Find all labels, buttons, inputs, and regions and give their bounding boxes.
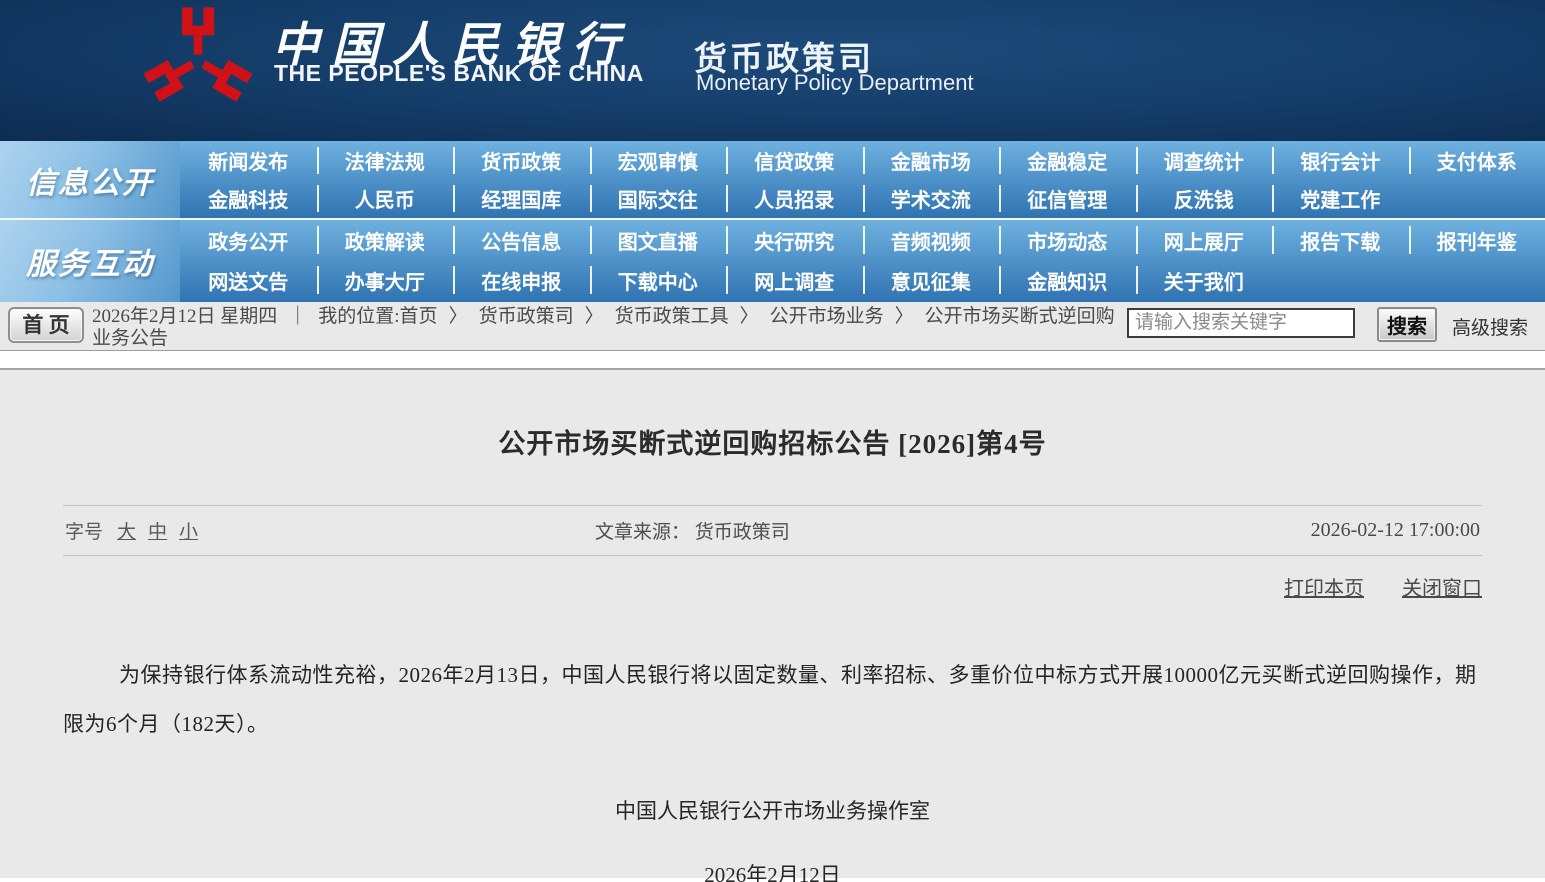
divider-strip	[0, 351, 1545, 370]
site-banner: 中国人民银行 THE PEOPLE'S BANK OF CHINA 货币政策司 …	[0, 0, 1545, 141]
advanced-search-link[interactable]: 高级搜索	[1452, 313, 1528, 340]
nav-rows: 政务公开政策解读公告信息图文直播央行研究音频视频市场动态网上展厅报告下载报刊年鉴…	[180, 220, 1545, 302]
close-window-link[interactable]: 关闭窗口	[1402, 572, 1482, 601]
main-nav: 信息公开 新闻发布法律法规货币政策宏观审慎信贷政策金融市场金融稳定调查统计银行会…	[0, 141, 1545, 302]
nav-item[interactable]: 货币政策	[453, 141, 590, 180]
publish-datetime: 2026-02-12 17:00:00	[1311, 519, 1480, 542]
nav-item[interactable]: 关于我们	[1136, 260, 1273, 300]
nav-section-service: 服务互动 政务公开政策解读公告信息图文直播央行研究音频视频市场动态网上展厅报告下…	[0, 220, 1545, 302]
pboc-page: 中国人民银行 THE PEOPLE'S BANK OF CHINA 货币政策司 …	[0, 0, 1545, 882]
article-tools: 打印本页 关闭窗口	[63, 572, 1482, 601]
search-button[interactable]: 搜索	[1377, 307, 1437, 342]
font-size-links: 大中小	[117, 517, 210, 544]
nav-item[interactable]: 图文直播	[590, 220, 727, 260]
breadcrumb-piece[interactable]: 〉	[449, 306, 468, 327]
nav-item[interactable]: 党建工作	[1272, 180, 1409, 219]
nav-item[interactable]: 网送文告	[180, 260, 317, 300]
pboc-logo-icon	[138, 2, 258, 120]
nav-row-2a: 政务公开政策解读公告信息图文直播央行研究音频视频市场动态网上展厅报告下载报刊年鉴	[180, 220, 1545, 260]
nav-item[interactable]: 下载中心	[590, 260, 727, 300]
breadcrumb-piece[interactable]: 2026年2月12日 星期四	[92, 306, 277, 327]
nav-item[interactable]: 征信管理	[999, 180, 1136, 219]
nav-item[interactable]: 在线申报	[453, 260, 590, 300]
article-signoff: 中国人民银行公开市场业务操作室	[63, 795, 1482, 825]
nav-section-info: 信息公开 新闻发布法律法规货币政策宏观审慎信贷政策金融市场金融稳定调查统计银行会…	[0, 141, 1545, 220]
breadcrumb-piece[interactable]: 公开市场业务	[770, 306, 884, 327]
breadcrumb-piece[interactable]: 货币政策司	[479, 306, 574, 327]
nav-item[interactable]: 人民币	[317, 180, 454, 219]
nav-item[interactable]: 公告信息	[453, 220, 590, 260]
search-input[interactable]	[1127, 308, 1355, 338]
nav-row-1b: 金融科技人民币经理国库国际交往人员招录学术交流征信管理反洗钱党建工作	[180, 180, 1545, 219]
nav-item[interactable]: 宏观审慎	[590, 141, 727, 180]
nav-item[interactable]: 支付体系	[1409, 141, 1545, 180]
nav-item[interactable]: 经理国库	[453, 180, 590, 219]
nav-row-1a: 新闻发布法律法规货币政策宏观审慎信贷政策金融市场金融稳定调查统计银行会计支付体系	[180, 141, 1545, 180]
source-label: 文章来源：	[595, 522, 690, 543]
font-size-link[interactable]: 中	[148, 522, 167, 543]
home-button[interactable]: 首 页	[8, 307, 84, 343]
nav-item[interactable]: 办事大厅	[317, 260, 454, 300]
breadcrumb-piece[interactable]: 〉	[740, 306, 759, 327]
article-area: 公开市场买断式逆回购招标公告 [2026]第4号 字号 大中小 文章来源： 货币…	[0, 370, 1545, 878]
nav-item[interactable]: 报刊年鉴	[1409, 220, 1545, 260]
article-sign-date: 2026年2月12日	[63, 859, 1482, 882]
nav-item[interactable]: 报告下载	[1272, 220, 1409, 260]
breadcrumb-piece[interactable]: 〉	[585, 306, 604, 327]
nav-item[interactable]: 金融市场	[863, 141, 1000, 180]
font-size-label: 字号	[65, 517, 103, 544]
print-page-link[interactable]: 打印本页	[1284, 572, 1364, 601]
font-size-link[interactable]: 大	[117, 522, 136, 543]
breadcrumb-piece[interactable]: 〉	[895, 306, 914, 327]
department-name-en: Monetary Policy Department	[696, 70, 974, 96]
nav-item[interactable]: 政务公开	[180, 220, 317, 260]
breadcrumb-piece[interactable]: ｜	[288, 306, 307, 327]
nav-item[interactable]: 金融科技	[180, 180, 317, 219]
nav-rows: 新闻发布法律法规货币政策宏观审慎信贷政策金融市场金融稳定调查统计银行会计支付体系…	[180, 141, 1545, 218]
nav-item[interactable]: 网上调查	[726, 260, 863, 300]
font-size-link[interactable]: 小	[179, 522, 198, 543]
bank-name-en: THE PEOPLE'S BANK OF CHINA	[274, 60, 644, 87]
nav-item[interactable]: 音频视频	[863, 220, 1000, 260]
nav-label-info-disclosure: 信息公开	[0, 141, 180, 218]
nav-row-2b: 网送文告办事大厅在线申报下载中心网上调查意见征集金融知识关于我们	[180, 260, 1545, 300]
breadcrumb-bar: 首 页 2026年2月12日 星期四｜我的位置:首页〉货币政策司〉货币政策工具〉…	[0, 302, 1545, 351]
breadcrumb-piece[interactable]: 货币政策工具	[615, 306, 729, 327]
nav-item[interactable]: 信贷政策	[726, 141, 863, 180]
breadcrumb-piece[interactable]: 我的位置:首页	[318, 306, 437, 327]
nav-item[interactable]: 反洗钱	[1136, 180, 1273, 219]
nav-item[interactable]: 市场动态	[999, 220, 1136, 260]
nav-item[interactable]: 新闻发布	[180, 141, 317, 180]
nav-item[interactable]: 人员招录	[726, 180, 863, 219]
page-title: 公开市场买断式逆回购招标公告 [2026]第4号	[63, 370, 1482, 461]
nav-item[interactable]: 网上展厅	[1136, 220, 1273, 260]
nav-item[interactable]: 政策解读	[317, 220, 454, 260]
article-meta-row: 字号 大中小 文章来源： 货币政策司 2026-02-12 17:00:00	[63, 505, 1482, 556]
nav-item[interactable]: 意见征集	[863, 260, 1000, 300]
breadcrumb: 2026年2月12日 星期四｜我的位置:首页〉货币政策司〉货币政策工具〉公开市场…	[92, 306, 1127, 350]
nav-item[interactable]: 金融知识	[999, 260, 1136, 300]
nav-item[interactable]: 学术交流	[863, 180, 1000, 219]
nav-label-service-interaction: 服务互动	[0, 220, 180, 302]
article-source: 文章来源： 货币政策司	[595, 517, 790, 544]
nav-item[interactable]: 法律法规	[317, 141, 454, 180]
nav-item[interactable]: 金融稳定	[999, 141, 1136, 180]
nav-item[interactable]: 银行会计	[1272, 141, 1409, 180]
article-body: 为保持银行体系流动性充裕，2026年2月13日，中国人民银行将以固定数量、利率招…	[63, 651, 1482, 749]
source-value: 货币政策司	[695, 522, 790, 543]
nav-item[interactable]: 调查统计	[1136, 141, 1273, 180]
nav-item[interactable]: 国际交往	[590, 180, 727, 219]
nav-item[interactable]: 央行研究	[726, 220, 863, 260]
